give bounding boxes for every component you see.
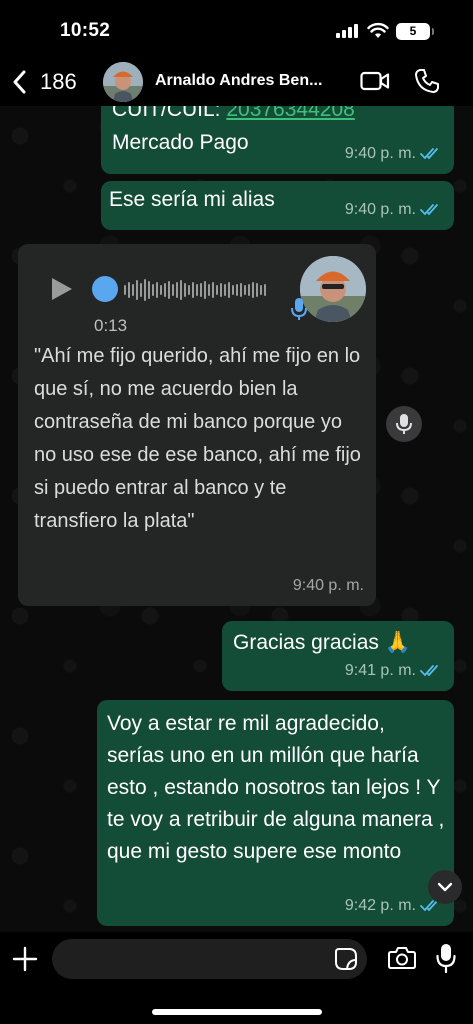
- message-meta: 9:41 p. m.: [345, 655, 442, 687]
- message-text: Voy a estar re mil agradecido, serías un…: [107, 712, 445, 863]
- chat-area[interactable]: CUIT/CUIL: 20376344208 Mercado Pago 9:40…: [0, 106, 473, 932]
- avatar-image: [300, 256, 366, 322]
- status-bar: 10:52 5: [0, 0, 473, 58]
- message-meta: 9:40 p. m.: [345, 194, 442, 226]
- unread-count: 186: [40, 69, 77, 94]
- read-receipt-icon: [420, 204, 438, 216]
- waveform-bar: [216, 285, 218, 295]
- message-time: 9:42 p. m.: [344, 897, 416, 914]
- message-time: 9:41 p. m.: [344, 662, 416, 679]
- waveform-bar: [256, 283, 258, 297]
- message-line: CUIT/CUIL: 20376344208: [112, 106, 355, 126]
- waveform-bar: [184, 283, 186, 297]
- plus-icon[interactable]: [12, 946, 38, 972]
- message-input[interactable]: [52, 939, 367, 979]
- read-receipt-icon: [420, 665, 438, 677]
- waveform-bar: [228, 282, 230, 298]
- waveform-bar: [132, 284, 134, 296]
- waveform-bar: [192, 282, 194, 298]
- waveform-bar: [260, 285, 262, 295]
- waveform-bar: [136, 280, 138, 300]
- outgoing-message[interactable]: Gracias gracias 🙏 9:41 p. m.: [222, 621, 454, 691]
- message-composer: [0, 932, 473, 1024]
- waveform-bar: [188, 285, 190, 295]
- waveform-bar: [224, 284, 226, 296]
- microphone-icon: [396, 414, 412, 434]
- waveform-bar: [164, 283, 166, 297]
- waveform-bar: [180, 280, 182, 300]
- video-call-icon[interactable]: [360, 70, 390, 92]
- waveform-bar: [176, 282, 178, 298]
- incoming-voice-message[interactable]: 0:13 "Ahí me fijo querido, ahí me fijo e…: [18, 244, 376, 606]
- message-text: CUIT/CUIL:: [112, 106, 227, 121]
- avatar-image: [103, 62, 143, 102]
- playback-position-handle[interactable]: [92, 276, 118, 302]
- scroll-to-bottom-button[interactable]: [428, 870, 462, 904]
- transcribe-button[interactable]: [386, 406, 422, 442]
- waveform-bar: [152, 284, 154, 296]
- contact-name[interactable]: Arnaldo Andres Ben...: [155, 72, 350, 90]
- audio-waveform[interactable]: [124, 278, 272, 302]
- chat-header: 186 Arnaldo Andres Ben...: [0, 58, 473, 106]
- contact-avatar[interactable]: [103, 62, 143, 102]
- back-button[interactable]: 186: [12, 64, 92, 100]
- waveform-bar: [140, 283, 142, 297]
- phone-icon[interactable]: [414, 68, 440, 94]
- message-meta: 9:40 p. m.: [345, 138, 442, 170]
- waveform-bar: [156, 282, 158, 298]
- message-text: Mercado Pago: [112, 131, 249, 154]
- waveform-bar: [128, 282, 130, 298]
- waveform-bar: [252, 282, 254, 298]
- microphone-icon[interactable]: [436, 943, 456, 973]
- message-time: 9:40 p. m.: [292, 577, 364, 594]
- waveform-bar: [124, 285, 126, 295]
- waveform-bar: [144, 279, 146, 301]
- wifi-icon: [367, 22, 389, 38]
- message-text: Ese sería mi alias: [109, 188, 275, 211]
- message-meta: 9:40 p. m.: [293, 570, 364, 602]
- waveform-bar: [148, 281, 150, 299]
- waveform-bar: [204, 281, 206, 299]
- signal-icon: [336, 24, 360, 38]
- camera-icon[interactable]: [388, 946, 416, 970]
- waveform-bar: [220, 283, 222, 297]
- waveform-bar: [240, 283, 242, 297]
- waveform-bar: [248, 284, 250, 296]
- play-icon[interactable]: [50, 276, 74, 302]
- outgoing-message[interactable]: CUIT/CUIL: 20376344208 Mercado Pago 9:40…: [101, 106, 454, 174]
- back-chevron-icon: [13, 70, 26, 94]
- status-time: 10:52: [60, 20, 111, 41]
- sender-avatar: [300, 256, 366, 322]
- waveform-bar: [212, 282, 214, 298]
- waveform-bar: [236, 284, 238, 296]
- waveform-bar: [208, 284, 210, 296]
- waveform-bar: [196, 284, 198, 296]
- home-indicator[interactable]: [152, 1009, 322, 1015]
- waveform-bar: [160, 285, 162, 295]
- voice-duration: 0:13: [94, 316, 128, 335]
- outgoing-message[interactable]: Voy a estar re mil agradecido, serías un…: [97, 700, 454, 926]
- sticker-icon[interactable]: [334, 947, 358, 971]
- battery-icon: 5: [396, 23, 434, 40]
- waveform-bar: [200, 283, 202, 297]
- waveform-bar: [232, 285, 234, 295]
- message-time: 9:40 p. m.: [344, 145, 416, 162]
- waveform-bar: [168, 281, 170, 299]
- message-meta: 9:42 p. m.: [345, 890, 442, 922]
- chevron-down-icon: [438, 882, 452, 892]
- read-receipt-icon: [420, 148, 438, 160]
- message-time: 9:40 p. m.: [344, 201, 416, 218]
- microphone-icon: [291, 298, 307, 320]
- waveform-bar: [244, 285, 246, 295]
- waveform-bar: [264, 284, 266, 296]
- cuit-link[interactable]: 20376344208: [226, 106, 354, 121]
- waveform-bar: [172, 284, 174, 296]
- voice-transcript: "Ahí me fijo querido, ahí me fijo en lo …: [34, 345, 361, 532]
- outgoing-message[interactable]: Ese sería mi alias 9:40 p. m.: [101, 181, 454, 230]
